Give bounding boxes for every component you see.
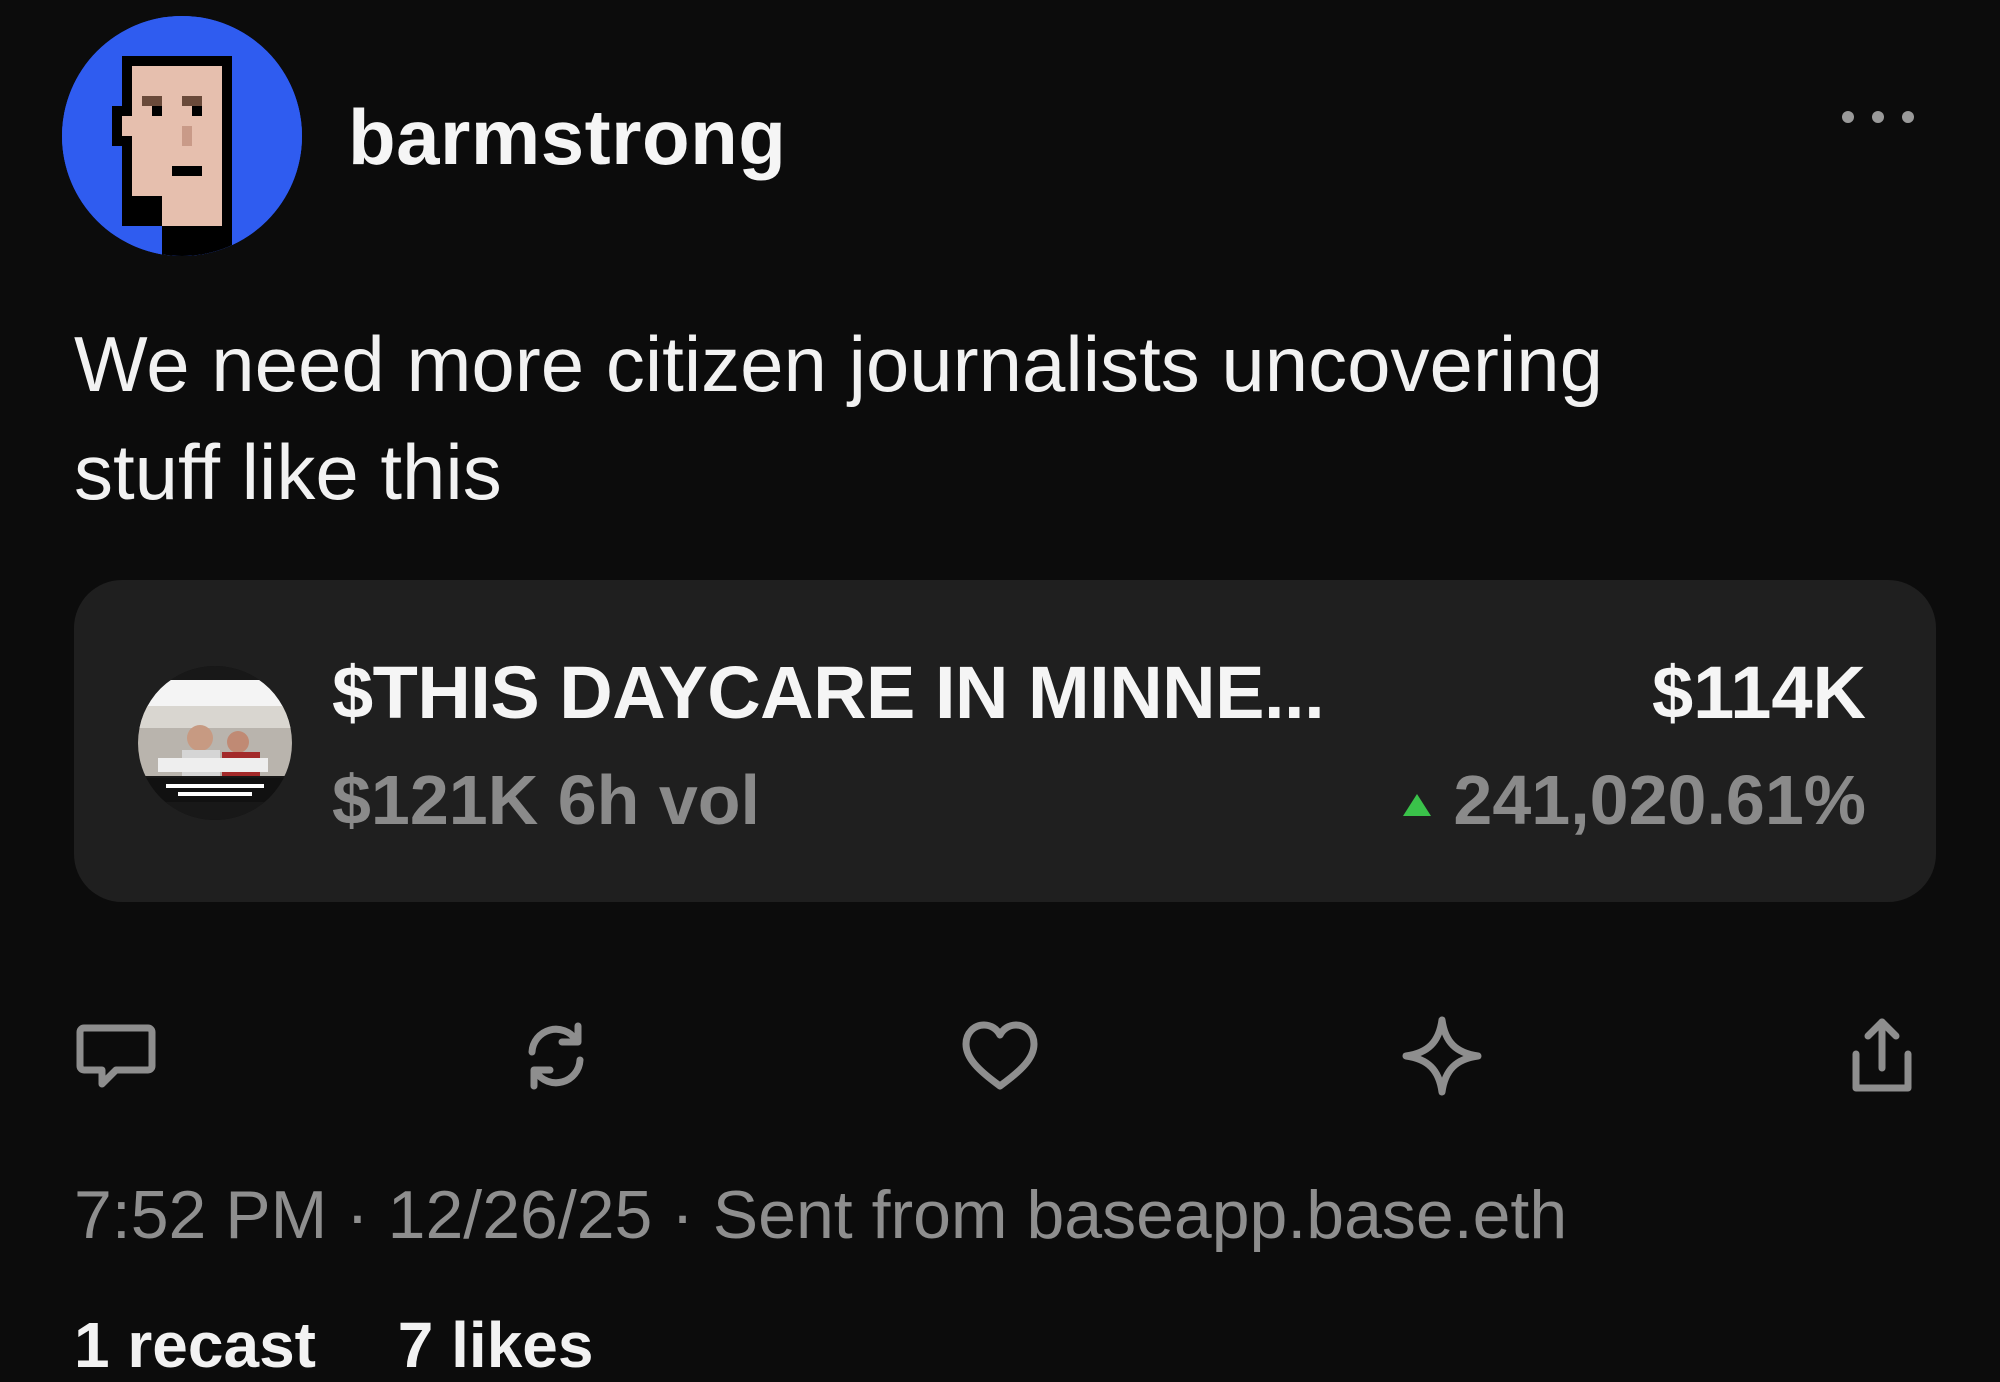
comment-button[interactable] [74, 1014, 158, 1098]
token-change-value: 241,020.61% [1453, 761, 1866, 839]
token-name: $THIS DAYCARE IN MINNE... [332, 651, 1325, 734]
share-icon [1852, 1018, 1912, 1092]
post-stats: 1 recast 7 likes [74, 1308, 657, 1382]
sparkle-button[interactable] [1400, 1014, 1484, 1098]
author-username[interactable]: barmstrong [348, 92, 786, 183]
up-arrow-icon [1403, 794, 1432, 816]
dot-icon [1902, 111, 1914, 123]
heart-icon [962, 1021, 1038, 1090]
like-button[interactable] [958, 1014, 1042, 1098]
sparkle-icon [1402, 1016, 1482, 1096]
token-price: $114K [1652, 651, 1866, 734]
pixel-punk-avatar-icon [62, 16, 302, 256]
share-button[interactable] [1840, 1014, 1924, 1098]
dot-icon [1872, 111, 1884, 123]
recast-icon [528, 1022, 584, 1090]
token-card[interactable]: $THIS DAYCARE IN MINNE... $114K $121K 6h… [74, 580, 1936, 902]
avatar[interactable] [62, 16, 302, 256]
token-volume: $121K 6h vol [332, 761, 760, 839]
token-change: 241,020.61% [1403, 760, 1866, 840]
post-text: We need more citizen journalists uncover… [74, 320, 1603, 516]
post-actions [74, 1014, 1924, 1098]
token-thumbnail-image-icon [138, 666, 292, 820]
comment-icon [76, 1024, 156, 1088]
like-count[interactable]: 7 likes [398, 1309, 594, 1381]
more-options-button[interactable] [1842, 102, 1914, 132]
token-thumbnail [138, 666, 292, 820]
recast-button[interactable] [514, 1014, 598, 1098]
post-meta: 7:52 PM · 12/26/25 · Sent from baseapp.b… [74, 1177, 1568, 1253]
dot-icon [1842, 111, 1854, 123]
recast-count[interactable]: 1 recast [74, 1309, 316, 1381]
